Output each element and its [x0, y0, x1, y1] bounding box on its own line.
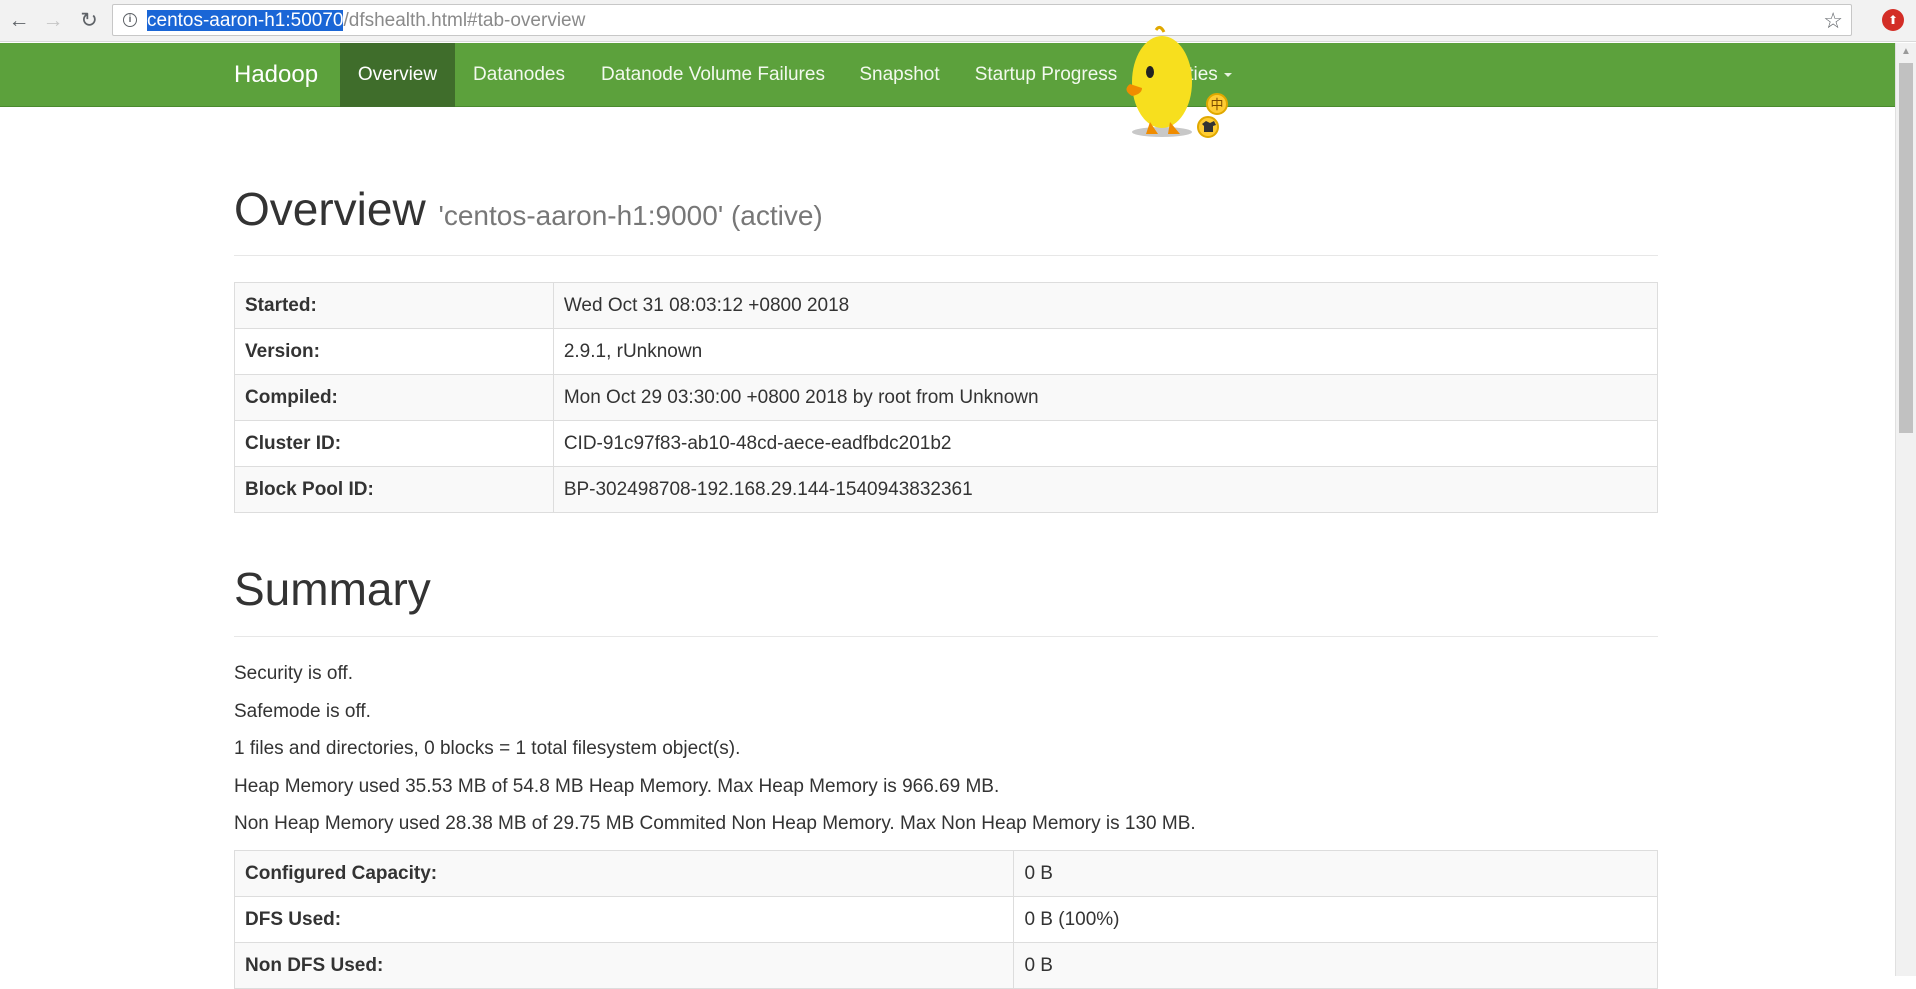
table-row: DFS Used: 0 B (100%) [233, 896, 1658, 943]
url-text[interactable]: centos-aaron-h1:50070/dfshealth.html#tab… [147, 10, 585, 32]
table-key: Non DFS Used: [233, 942, 1015, 989]
table-key: Block Pool ID: [234, 466, 554, 513]
table-value: Wed Oct 31 08:03:12 +0800 2018 [552, 282, 1659, 329]
back-icon[interactable]: ← [6, 8, 32, 34]
page-scrollbar[interactable]: ▲ [1895, 43, 1916, 976]
nav-startup-progress[interactable]: Startup Progress [956, 43, 1136, 107]
table-key: Started: [234, 282, 554, 329]
address-bar[interactable]: i centos-aaron-h1:50070/dfshealth.html#t… [112, 4, 1852, 36]
table-value: 0 B (100%) [1013, 896, 1658, 943]
table-value: BP-302498708-192.168.29.144-154094383236… [552, 466, 1659, 513]
duck-mascot-icon: 中 [1126, 25, 1228, 138]
overview-heading: Overview 'centos-aaron-h1:9000' (active) [234, 182, 823, 236]
bookmark-star-icon[interactable]: ☆ [1823, 8, 1843, 34]
scrollbar-thumb[interactable] [1899, 63, 1913, 433]
overview-title: Overview [234, 183, 426, 235]
table-row: Non DFS Used: 0 B [233, 942, 1658, 989]
extension-icon[interactable]: ⬆ [1882, 9, 1904, 31]
nav-snapshot[interactable]: Snapshot [843, 43, 956, 107]
scroll-up-icon[interactable]: ▲ [1901, 46, 1911, 57]
summary-heading: Summary [234, 563, 431, 615]
overview-subtitle: 'centos-aaron-h1:9000' (active) [438, 200, 823, 231]
reload-icon[interactable]: ↻ [76, 8, 102, 34]
svg-text:中: 中 [1210, 98, 1223, 113]
summary-line: Heap Memory used 35.53 MB of 54.8 MB Hea… [234, 776, 1000, 797]
table-row: Configured Capacity: 0 B [233, 850, 1658, 897]
summary-line: Safemode is off. [234, 701, 371, 722]
nav-datanodes[interactable]: Datanodes [455, 43, 583, 107]
forward-icon[interactable]: → [40, 8, 66, 34]
nav-overview[interactable]: Overview [340, 43, 455, 107]
table-key: Compiled: [234, 374, 554, 421]
brand-logo[interactable]: Hadoop [234, 43, 318, 107]
url-host: centos-aaron-h1:50070 [147, 10, 344, 31]
table-key: Cluster ID: [234, 420, 554, 467]
table-key: Version: [234, 328, 554, 375]
table-row: Compiled: Mon Oct 29 03:30:00 +0800 2018… [234, 374, 1659, 421]
table-row: Version: 2.9.1, rUnknown [234, 328, 1659, 375]
summary-line: Non Heap Memory used 28.38 MB of 29.75 M… [234, 813, 1196, 834]
browser-toolbar: ← → ↻ i centos-aaron-h1:50070/dfshealth.… [0, 0, 1916, 42]
table-key: Configured Capacity: [233, 850, 1015, 897]
table-value: 2.9.1, rUnknown [552, 328, 1659, 375]
hadoop-navbar: Hadoop Overview Datanodes Datanode Volum… [0, 43, 1895, 107]
info-icon[interactable]: i [123, 13, 137, 27]
table-row: Block Pool ID: BP-302498708-192.168.29.1… [234, 466, 1659, 513]
nav-datanode-volume-failures[interactable]: Datanode Volume Failures [583, 43, 843, 107]
summary-table: Configured Capacity: 0 B DFS Used: 0 B (… [233, 850, 1658, 989]
table-value: 0 B [1013, 942, 1658, 989]
summary-line: 1 files and directories, 0 blocks = 1 to… [234, 738, 741, 759]
table-value: CID-91c97f83-ab10-48cd-aece-eadfbdc201b2 [552, 420, 1659, 467]
overview-divider [234, 255, 1658, 256]
summary-divider [234, 636, 1658, 637]
table-value: 0 B [1013, 850, 1658, 897]
table-key: DFS Used: [233, 896, 1015, 943]
overview-table: Started: Wed Oct 31 08:03:12 +0800 2018 … [234, 282, 1659, 513]
table-row: Started: Wed Oct 31 08:03:12 +0800 2018 [234, 282, 1659, 329]
table-row: Cluster ID: CID-91c97f83-ab10-48cd-aece-… [234, 420, 1659, 467]
summary-line: Security is off. [234, 663, 353, 684]
table-value: Mon Oct 29 03:30:00 +0800 2018 by root f… [552, 374, 1659, 421]
url-path: /dfshealth.html#tab-overview [343, 10, 586, 31]
